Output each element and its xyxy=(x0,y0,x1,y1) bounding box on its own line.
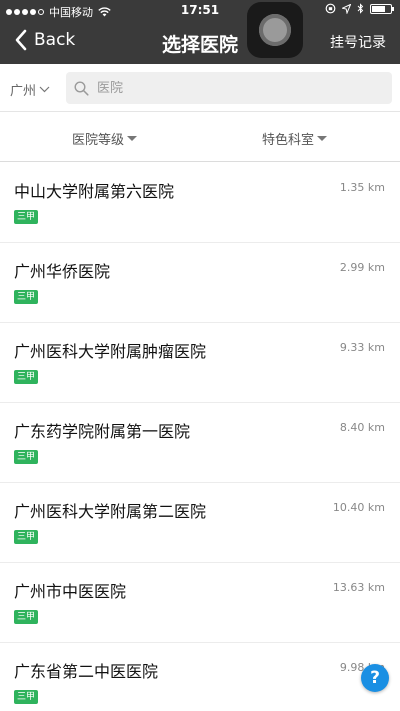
filter-hospital-grade-label: 医院等级 xyxy=(72,133,125,148)
chevron-down-icon xyxy=(39,86,50,93)
hospital-grade-badge: 三甲 xyxy=(14,290,39,304)
hospital-name: 广州华侨医院 xyxy=(14,262,111,281)
dropdown-triangle-icon xyxy=(317,136,328,141)
hospital-distance: 2.99 km xyxy=(339,261,385,274)
hospital-list-item[interactable]: 广东药学院附属第一医院 8.40 km 三甲 xyxy=(0,403,400,483)
hospital-list: 中山大学附属第六医院 1.35 km 三甲 广州华侨医院 2.99 km 三甲 … xyxy=(0,163,400,711)
hospital-list-item[interactable]: 广东省第二中医医院 9.98 km 三甲 xyxy=(0,643,400,711)
hospital-distance: 8.40 km xyxy=(339,421,385,434)
hospital-grade-badge: 三甲 xyxy=(14,690,39,704)
hospital-distance: 1.35 km xyxy=(339,181,385,194)
battery-fill xyxy=(372,5,385,12)
hospital-distance: 13.63 km xyxy=(332,581,385,594)
hospital-grade-badge: 三甲 xyxy=(14,530,39,544)
hospital-grade-badge: 三甲 xyxy=(14,450,39,464)
hospital-grade-badge: 三甲 xyxy=(14,210,39,224)
hospital-name: 广东药学院附属第一医院 xyxy=(14,422,191,441)
battery-icon xyxy=(370,3,394,14)
hospital-list-item[interactable]: 中山大学附属第六医院 1.35 km 三甲 xyxy=(0,163,400,243)
hospital-list-item[interactable]: 广州医科大学附属第二医院 10.40 km 三甲 xyxy=(0,483,400,563)
status-right xyxy=(325,3,394,14)
hospital-name: 中山大学附属第六医院 xyxy=(14,182,175,201)
hospital-grade-badge: 三甲 xyxy=(14,610,39,624)
hospital-list-item[interactable]: 广州医科大学附属肿瘤医院 9.33 km 三甲 xyxy=(0,323,400,403)
orientation-lock-icon xyxy=(325,3,336,14)
hospital-distance: 10.40 km xyxy=(332,501,385,514)
search-row: 广州 xyxy=(0,64,400,112)
registration-records-button[interactable]: 挂号记录 xyxy=(330,32,386,52)
assistive-touch-icon xyxy=(259,14,291,46)
city-label: 广州 xyxy=(10,84,37,99)
search-box xyxy=(66,72,392,104)
filter-hospital-grade[interactable]: 医院等级 xyxy=(72,129,138,148)
hospital-name: 广州市中医医院 xyxy=(14,582,127,601)
search-icon xyxy=(74,80,89,96)
assistive-touch-button[interactable] xyxy=(247,2,303,58)
hospital-grade-badge: 三甲 xyxy=(14,370,39,384)
help-button[interactable]: ? xyxy=(361,664,389,692)
city-selector[interactable]: 广州 xyxy=(10,80,50,99)
hospital-name: 广东省第二中医医院 xyxy=(14,662,159,681)
filter-special-department-label: 特色科室 xyxy=(262,133,315,148)
hospital-list-item[interactable]: 广州华侨医院 2.99 km 三甲 xyxy=(0,243,400,323)
search-input[interactable] xyxy=(97,80,377,96)
hospital-name: 广州医科大学附属第二医院 xyxy=(14,502,207,521)
hospital-name: 广州医科大学附属肿瘤医院 xyxy=(14,342,207,361)
dropdown-triangle-icon xyxy=(127,136,138,141)
filter-special-department[interactable]: 特色科室 xyxy=(262,129,328,148)
bluetooth-icon xyxy=(357,3,364,14)
header: 中国移动 17:51 Back 选择医院 挂号记录 xyxy=(0,0,400,64)
app: 中国移动 17:51 Back 选择医院 挂号记录 广州 医院 医院等级 特色科… xyxy=(0,0,400,711)
location-icon xyxy=(342,3,351,14)
hospital-distance: 9.33 km xyxy=(339,341,385,354)
status-bar: 中国移动 17:51 xyxy=(0,0,400,20)
hospital-list-item[interactable]: 广州市中医医院 13.63 km 三甲 xyxy=(0,563,400,643)
filter-bar: 医院等级 特色科室 xyxy=(0,112,400,162)
nav-bar: Back 选择医院 挂号记录 xyxy=(0,20,400,64)
